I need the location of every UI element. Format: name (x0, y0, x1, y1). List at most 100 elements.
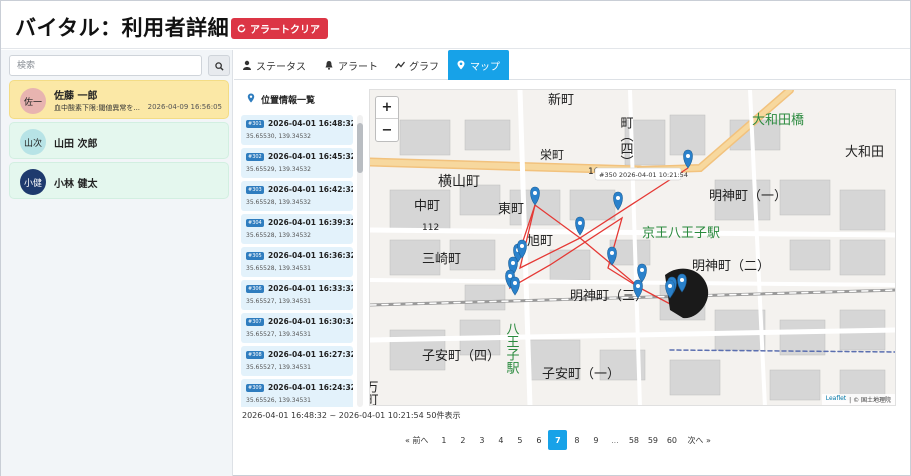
location-title-text: 位置情報一覧 (261, 96, 316, 106)
map-marker-dot (686, 154, 690, 158)
location-time: 2026-04-01 16:33:32 (268, 284, 353, 293)
search-button[interactable] (208, 55, 230, 76)
map-label: 京王八王子駅 (642, 226, 720, 241)
page-button[interactable]: 5 (510, 430, 529, 450)
alert-clear-button[interactable]: アラートクリア (231, 18, 328, 39)
page-button[interactable]: 3 (472, 430, 491, 450)
location-id-badge: #309 (246, 384, 264, 392)
map-label: 明神町（二） (692, 259, 770, 274)
prev-page-button[interactable]: « 前へ (399, 430, 434, 450)
zoom-out-button[interactable]: − (376, 119, 398, 141)
user-card[interactable]: 山次 山田 次郎 (9, 122, 229, 159)
page-button[interactable]: 2 (453, 430, 472, 450)
location-list: #301 2026-04-01 16:48:32 35.65530, 139.345… (241, 115, 353, 407)
location-coord: 35.65526, 139.34531 (246, 397, 311, 404)
location-item[interactable]: #306 2026-04-01 16:33:32 35.65527, 139.345… (241, 280, 353, 310)
page-button-current[interactable]: 7 (548, 430, 568, 450)
map-marker-dot (513, 281, 517, 285)
map-label: 旭町 (527, 234, 553, 249)
location-item[interactable]: #307 2026-04-01 16:30:32 35.65527, 139.345… (241, 313, 353, 343)
map-marker-dot (636, 284, 640, 288)
page-button[interactable]: 6 (529, 430, 548, 450)
map-marker-dot (668, 284, 672, 288)
user-card[interactable]: 小健 小林 健太 (9, 162, 229, 199)
map-label: 三崎町 (422, 252, 461, 267)
sidebar: 佐一 佐藤 一郎 血中酸素下限:閾値異常を... 2026-04-09 16:5… (1, 50, 233, 476)
location-id-badge: #305 (246, 252, 264, 260)
tab-status[interactable]: ステータス (234, 50, 314, 80)
location-item[interactable]: #305 2026-04-01 16:36:32 35.65528, 139.345… (241, 247, 353, 277)
alert-clear-label: アラートクリア (250, 25, 320, 36)
marker-tooltip-text: #350 2026-04-01 10:21:54 (599, 171, 688, 179)
location-coord: 35.65528, 139.34532 (246, 199, 311, 206)
location-id-badge: #302 (246, 153, 264, 161)
user-alert-text: 血中酸素下限:閾値異常を... (54, 104, 141, 112)
page-button[interactable]: 8 (567, 430, 586, 450)
location-coord: 35.65528, 139.34532 (246, 232, 311, 239)
page-button[interactable]: 4 (491, 430, 510, 450)
marker-tooltip: #350 2026-04-01 10:21:54 (594, 167, 688, 181)
page-button[interactable]: 1 (434, 430, 453, 450)
location-time: 2026-04-01 16:45:32 (268, 152, 353, 161)
map-view[interactable]: 新町 栄町 横山町 中町 東町 旭町 三崎町 明神町（一） 明神町（二） 明神町… (369, 89, 896, 406)
location-item[interactable]: #309 2026-04-01 16:24:32 35.65526, 139.345… (241, 379, 353, 407)
search-icon (214, 56, 224, 75)
pagination: « 前へ 1 2 3 4 5 6 7 8 9 ... 58 59 60 次へ » (399, 430, 717, 450)
map-label: 八王子駅 (504, 322, 520, 375)
scrollbar-thumb[interactable] (357, 123, 363, 173)
zoom-in-button[interactable]: + (376, 97, 398, 119)
search-bar (9, 55, 230, 76)
location-coord: 35.65527, 139.34531 (246, 331, 311, 338)
map-marker-dot (511, 261, 515, 265)
map-marker-dot (533, 191, 537, 195)
person-icon (242, 60, 252, 70)
location-id-badge: #306 (246, 285, 264, 293)
page-button[interactable]: 60 (662, 430, 681, 450)
location-coord: 35.65528, 139.34531 (246, 265, 311, 272)
map-label: 明神町（一） (709, 189, 787, 204)
map-label: 子安町（四） (422, 349, 500, 364)
location-time: 2026-04-01 16:36:32 (268, 251, 353, 260)
search-input[interactable] (9, 55, 202, 76)
map-attribution: Leaflet | © 国土地理院 (821, 394, 895, 405)
location-item[interactable]: #303 2026-04-01 16:42:32 35.65528, 139.345… (241, 181, 353, 211)
page-button[interactable]: 59 (643, 430, 662, 450)
location-item[interactable]: #304 2026-04-01 16:39:32 35.65528, 139.345… (241, 214, 353, 244)
bell-icon (324, 60, 334, 70)
location-item[interactable]: #308 2026-04-01 16:27:32 35.65527, 139.345… (241, 346, 353, 376)
page-button[interactable]: 58 (624, 430, 643, 450)
location-item[interactable]: #301 2026-04-01 16:48:32 35.65530, 139.345… (241, 115, 353, 145)
location-id-badge: #303 (246, 186, 264, 194)
location-id-badge: #301 (246, 120, 264, 128)
location-coord: 35.65530, 139.34532 (246, 133, 311, 140)
next-page-button[interactable]: 次へ » (681, 430, 716, 450)
location-time: 2026-04-01 16:24:32 (268, 383, 353, 392)
tab-graph[interactable]: グラフ (387, 50, 447, 80)
user-name: 山田 次郎 (54, 139, 98, 150)
page-button[interactable]: 9 (586, 430, 605, 450)
tab-alert[interactable]: アラート (316, 50, 386, 80)
tab-label: グラフ (409, 61, 439, 73)
map-label: 中町 (414, 199, 440, 214)
header: バイタル：利用者詳細 アラートクリア (1, 1, 910, 49)
map-marker[interactable] (637, 263, 647, 283)
map-pin-icon (247, 93, 255, 106)
avatar: 山次 (20, 129, 46, 155)
location-item[interactable]: #302 2026-04-01 16:45:32 35.65529, 139.345… (241, 148, 353, 178)
location-scrollbar[interactable] (357, 115, 363, 407)
location-time: 2026-04-01 16:39:32 (268, 218, 353, 227)
location-id-badge: #307 (246, 318, 264, 326)
user-name: 小林 健太 (54, 179, 98, 190)
location-time: 2026-04-01 16:48:32 (268, 119, 353, 128)
map-marker-dot (640, 268, 644, 272)
tab-map[interactable]: マップ (448, 50, 509, 80)
location-panel: 位置情報一覧 #301 2026-04-01 16:48:32 35.65530, … (241, 89, 365, 407)
location-coord: 35.65529, 139.34532 (246, 166, 311, 173)
user-alert-time: 2026-04-09 16:56:05 (147, 103, 222, 111)
avatar: 佐一 (20, 88, 46, 114)
location-time: 2026-04-01 16:42:32 (268, 185, 353, 194)
leaflet-link[interactable]: Leaflet (826, 395, 846, 404)
user-card[interactable]: 佐一 佐藤 一郎 血中酸素下限:閾値異常を... 2026-04-09 16:5… (9, 80, 229, 119)
map-marker[interactable] (510, 276, 520, 296)
range-summary: 2026-04-01 16:48:32 ~ 2026-04-01 10:21:5… (242, 411, 461, 420)
